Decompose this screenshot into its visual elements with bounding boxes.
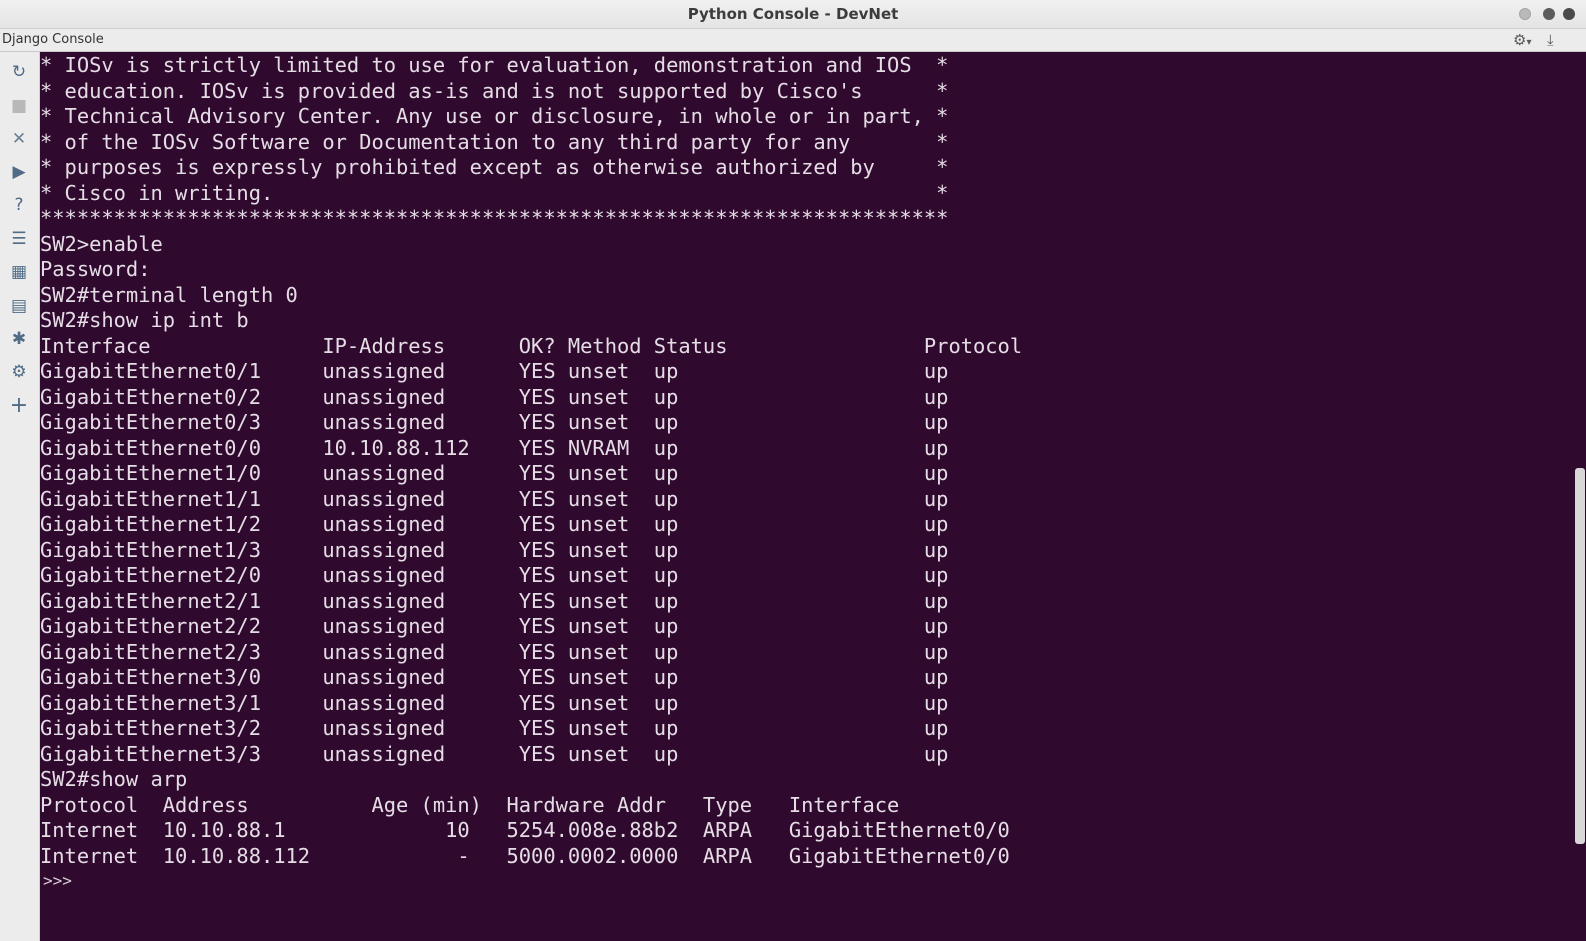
console-line: Protocol Address Age (min) Hardware Addr…	[40, 792, 900, 817]
console-line: GigabitEthernet3/0 unassigned YES unset …	[40, 665, 949, 689]
console-line: Interface IP-Address OK? Method Status P…	[40, 333, 1023, 358]
console-line: GigabitEthernet1/0 unassigned YES unset …	[40, 461, 949, 485]
console-line: GigabitEthernet2/2 unassigned YES unset …	[40, 614, 949, 638]
variables-icon[interactable]: ▦	[6, 260, 32, 284]
title-bar: Python Console - DevNet	[0, 0, 1586, 29]
close-icon[interactable]: ✕	[6, 127, 32, 151]
console-line: * IOSv is strictly limited to use for ev…	[40, 53, 949, 77]
maximize-button[interactable]	[1543, 8, 1555, 20]
console-line: * Technical Advisory Center. Any use or …	[40, 104, 949, 128]
console-line: * Cisco in writing. *	[40, 180, 949, 205]
console-line: GigabitEthernet1/1 unassigned YES unset …	[40, 486, 949, 511]
console-line: SW2>enable	[40, 231, 163, 256]
console-line: GigabitEthernet0/0 10.10.88.112 YES NVRA…	[40, 435, 949, 460]
help-icon[interactable]: ?	[6, 193, 32, 217]
console-line: ****************************************…	[40, 206, 949, 230]
console-text: * IOSv is strictly limited to use for ev…	[40, 53, 1022, 869]
console-prompt[interactable]: >>>	[43, 871, 72, 890]
console-line: SW2#show ip int b	[40, 308, 249, 332]
minimize-button[interactable]	[1519, 8, 1531, 20]
console-line: * purposes is expressly prohibited excep…	[40, 155, 949, 179]
tab-bar: Django Console ⚙▾ ⤓	[0, 29, 1586, 52]
console-line: GigabitEthernet0/3 unassigned YES unset …	[40, 410, 949, 434]
console-line: Internet 10.10.88.112 - 5000.0002.0000 A…	[40, 843, 1010, 868]
console-line: GigabitEthernet2/1 unassigned YES unset …	[40, 588, 949, 613]
history-icon[interactable]: ▤	[6, 294, 32, 318]
tab-django-console[interactable]: Django Console	[2, 32, 104, 47]
close-window-button[interactable]	[1563, 8, 1575, 20]
console-line: Password:	[40, 257, 151, 281]
console-line: GigabitEthernet3/3 unassigned YES unset …	[40, 741, 949, 766]
console-line: SW2#terminal length 0	[40, 282, 298, 307]
console-line: GigabitEthernet0/2 unassigned YES unset …	[40, 384, 949, 409]
stop-icon[interactable]: ■	[6, 94, 32, 118]
console-line: GigabitEthernet1/2 unassigned YES unset …	[40, 512, 949, 536]
console-line: SW2#show arp	[40, 767, 188, 791]
console-toolbar: ↻ ■ ✕ ▶ ? ☰ ▦ ▤ ✱ ⚙ +	[0, 52, 40, 941]
console-line: GigabitEthernet1/3 unassigned YES unset …	[40, 537, 949, 562]
scrollbar-thumb[interactable]	[1575, 468, 1585, 844]
console-line: GigabitEthernet3/1 unassigned YES unset …	[40, 690, 949, 715]
add-icon[interactable]: +	[6, 393, 32, 418]
console-line: GigabitEthernet3/2 unassigned YES unset …	[40, 716, 949, 740]
rerun-icon[interactable]: ↻	[6, 60, 32, 84]
download-icon[interactable]: ⤓	[1547, 31, 1554, 49]
console-line: * education. IOSv is provided as-is and …	[40, 78, 949, 103]
console-line: * of the IOSv Software or Documentation …	[40, 129, 949, 154]
scrollbar[interactable]	[1574, 52, 1586, 941]
console-output[interactable]: * IOSv is strictly limited to use for ev…	[40, 52, 1586, 941]
debug-icon[interactable]: ✱	[6, 327, 32, 351]
settings-icon[interactable]: ⚙	[6, 360, 32, 384]
console-line: GigabitEthernet2/0 unassigned YES unset …	[40, 563, 949, 587]
run-icon[interactable]: ▶	[6, 160, 32, 184]
window-title: Python Console - DevNet	[687, 5, 899, 23]
console-line: Internet 10.10.88.1 10 5254.008e.88b2 AR…	[40, 818, 1010, 842]
settings-list-icon[interactable]: ☰	[6, 227, 32, 251]
console-line: GigabitEthernet2/3 unassigned YES unset …	[40, 639, 949, 664]
gear-icon[interactable]: ⚙▾	[1513, 31, 1531, 49]
console-line: GigabitEthernet0/1 unassigned YES unset …	[40, 359, 949, 383]
